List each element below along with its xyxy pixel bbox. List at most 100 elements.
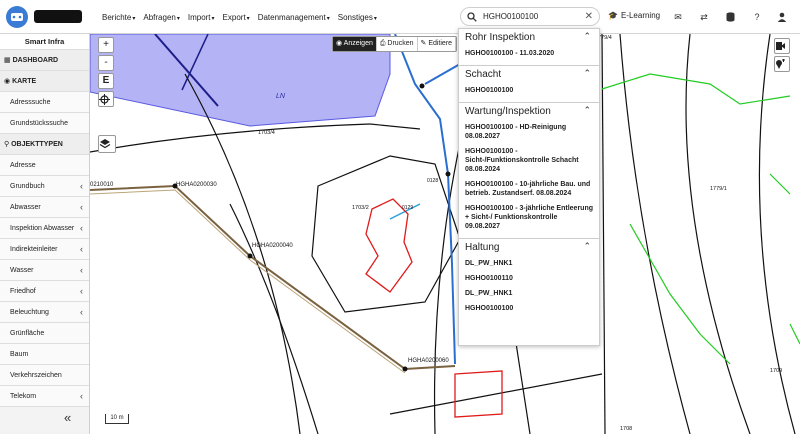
sidebar-item-abwasser[interactable]: Abwasser ‹ (0, 197, 89, 218)
water-pipe-2 (424, 63, 461, 85)
menu-sonstiges[interactable]: Sonstiges▾ (334, 13, 381, 22)
list-item[interactable]: DL_PW_HNK1 (465, 289, 593, 298)
chevron-up-icon[interactable]: ⌃ (583, 68, 591, 79)
sidebar-item-beleuchtung[interactable]: Beleuchtung ‹ (0, 302, 89, 323)
section-wartung-inspektion: Wartung/Inspektion ⌃ HGHO0100100 - HD-Re… (459, 103, 599, 239)
section-title: Rohr Inspektion (465, 32, 536, 43)
print-button[interactable]: ⎙ Drucken (377, 37, 418, 51)
collapse-sidebar-icon[interactable]: « (64, 410, 71, 425)
manhole-4 (419, 83, 425, 89)
sewer-pipe-2 (404, 365, 456, 370)
layers-button[interactable] (98, 135, 116, 153)
swap-icon[interactable]: ⇄ (698, 11, 710, 23)
section-title: Haltung (465, 242, 500, 253)
add-marker-button[interactable] (774, 56, 790, 72)
edit-button[interactable]: ✎ Editiere (418, 37, 457, 51)
label-1703-2: 1703/2 (352, 205, 369, 211)
edit-mode-button[interactable]: E (98, 73, 114, 89)
chevron-up-icon[interactable]: ⌃ (583, 105, 591, 116)
section-title: Schacht (465, 69, 502, 80)
chevron-left-icon: ‹ (80, 202, 83, 212)
clear-search-icon[interactable]: ✕ (585, 11, 593, 22)
list-item[interactable]: HGHO0100100 - 11.03.2020 (465, 49, 593, 58)
section-title: Wartung/Inspektion (465, 106, 551, 117)
list-item[interactable]: HGHO0100100 - 10-jährliche Bau. und betr… (465, 180, 593, 198)
chevron-up-icon[interactable]: ⌃ (583, 241, 591, 252)
menu-berichte[interactable]: Berichte▾ (98, 13, 139, 22)
list-item[interactable]: HGHO0100100 - 3-jährliche Entleerung + S… (465, 204, 593, 231)
menu-abfragen[interactable]: Abfragen▾ (139, 13, 183, 22)
parcel-line-12 (389, 373, 603, 415)
sidebar-title: Smart Infra (0, 34, 89, 50)
sidebar-item-objekttypen[interactable]: ⚲ OBJEKTTYPEN (0, 134, 89, 155)
sidebar-item-karte[interactable]: ◉ KARTE (0, 71, 89, 92)
label-0128: 0128 (427, 178, 438, 184)
sidebar-item-indirekteinleiter[interactable]: Indirekteinleiter ‹ (0, 239, 89, 260)
parcel-line-10 (758, 34, 796, 434)
sidebar-item-inspektion-abwasser[interactable]: Inspektion Abwasser ‹ (0, 218, 89, 239)
map-drawing: LN 1703/4 1703/2 1779/1 1779/4 1709 1708… (90, 34, 800, 434)
search-box: ✕ (460, 7, 600, 26)
export-button[interactable] (774, 38, 790, 54)
chevron-left-icon: ‹ (80, 307, 83, 317)
export-icon (776, 42, 785, 50)
help-icon[interactable]: ? (751, 11, 763, 23)
parcel-line-9 (685, 34, 751, 434)
sidebar-item-baum[interactable]: Baum (0, 344, 89, 365)
graduation-cap-icon: 🎓 (608, 11, 618, 20)
label-1703-4: 1703/4 (258, 130, 275, 136)
parcel-line-8 (619, 34, 691, 434)
sidebar-item-gruenflaeche[interactable]: Grünfläche (0, 323, 89, 344)
list-item[interactable]: DL_PW_HNK1 (465, 259, 593, 268)
map-canvas[interactable]: LN 1703/4 1703/2 1779/1 1779/4 1709 1708… (90, 34, 800, 434)
sidebar: Smart Infra ▦ DASHBOARD ◉ KARTE Adresssu… (0, 34, 90, 434)
database-icon[interactable] (724, 11, 736, 23)
sidebar-item-adresssuche[interactable]: Adresssuche (0, 92, 89, 113)
list-item[interactable]: HGHO0100100 - HD-Reinigung 08.08.2027 (465, 123, 593, 141)
green-line-3 (769, 173, 791, 195)
manhole-3 (402, 366, 408, 372)
mail-icon[interactable]: ✉ (672, 11, 684, 23)
show-button[interactable]: ◉ Anzeigen (333, 37, 377, 51)
zoom-out-button[interactable]: - (98, 55, 114, 71)
sidebar-item-dashboard[interactable]: ▦ DASHBOARD (0, 50, 89, 71)
sidebar-item-grundstueckssuche[interactable]: Grundstückssuche (0, 113, 89, 134)
label-ln: LN (276, 93, 286, 100)
app-logo-icon[interactable] (6, 6, 28, 28)
marker-plus-icon (776, 59, 785, 69)
crosshair-icon (99, 94, 110, 105)
list-item[interactable]: HGHO0100100 - Sicht-/Funktionskontrolle … (465, 147, 593, 174)
chevron-left-icon: ‹ (80, 244, 83, 254)
chevron-left-icon: ‹ (80, 181, 83, 191)
search-input[interactable] (483, 12, 579, 21)
label-1708: 1708 (620, 426, 632, 432)
sidebar-item-verkehrszeichen[interactable]: Verkehrszeichen (0, 365, 89, 386)
top-bar: Berichte▾ Abfragen▾ Import▾ Export▾ Date… (0, 0, 800, 34)
section-rohr-inspektion: Rohr Inspektion ⌃ HGHO0100100 - 11.03.20… (459, 29, 599, 66)
label-hgha10: 0210010 (90, 182, 114, 188)
chevron-left-icon: ‹ (80, 286, 83, 296)
sidebar-item-friedhof[interactable]: Friedhof ‹ (0, 281, 89, 302)
green-line-2 (629, 223, 731, 365)
globe-icon: ◉ (4, 78, 13, 85)
main-menu: Berichte▾ Abfragen▾ Import▾ Export▾ Date… (98, 0, 381, 34)
list-item[interactable]: HGHO0100110 (465, 274, 593, 283)
label-hgha30: HGHA0200030 (176, 182, 217, 188)
user-icon[interactable] (776, 11, 788, 23)
elearning-button[interactable]: 🎓 E-Learning (608, 11, 660, 20)
sidebar-item-grundbuch[interactable]: Grundbuch ‹ (0, 176, 89, 197)
manhole-5 (445, 171, 451, 177)
menu-import[interactable]: Import▾ (184, 13, 219, 22)
list-item[interactable]: HGHO0100100 (465, 304, 593, 313)
locate-button[interactable] (98, 91, 114, 107)
sidebar-item-telekom[interactable]: Telekom ‹ (0, 386, 89, 407)
menu-export[interactable]: Export▾ (219, 13, 254, 22)
label-1709: 1709 (770, 368, 782, 374)
chevron-up-icon[interactable]: ⌃ (583, 31, 591, 42)
list-item[interactable]: HGHO0100100 (465, 86, 593, 95)
menu-datenmanagement[interactable]: Datenmanagement▾ (254, 13, 334, 22)
sidebar-item-wasser[interactable]: Wasser ‹ (0, 260, 89, 281)
zoom-in-button[interactable]: + (98, 37, 114, 53)
sidebar-item-adresse[interactable]: Adresse (0, 155, 89, 176)
label-0129: 0129 (402, 205, 413, 211)
